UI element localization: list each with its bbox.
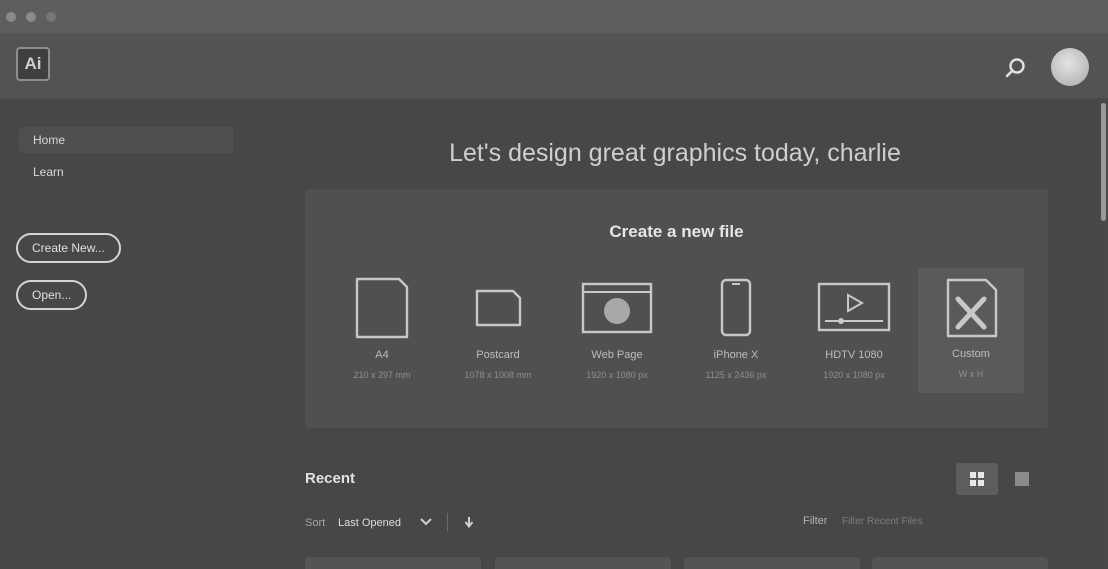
preset-name: HDTV 1080 bbox=[825, 349, 883, 361]
preset-size: W x H bbox=[958, 369, 984, 379]
sort-label: Sort bbox=[305, 517, 326, 529]
recent-file-card[interactable] bbox=[872, 557, 1048, 569]
preset-iphone-x[interactable]: iPhone X 1125 x 2436 px bbox=[683, 269, 789, 394]
app-header: Ai bbox=[0, 34, 1108, 99]
avatar[interactable] bbox=[1051, 48, 1089, 86]
create-new-button[interactable]: Create New... bbox=[16, 233, 121, 263]
list-view-button[interactable] bbox=[1014, 471, 1030, 487]
filter-label: Filter bbox=[803, 515, 828, 527]
preset-size: 210 x 297 mm bbox=[353, 370, 411, 380]
open-button[interactable]: Open... bbox=[16, 280, 88, 310]
recent-file-card[interactable] bbox=[495, 557, 671, 569]
web-page-icon bbox=[581, 282, 653, 334]
custom-icon bbox=[946, 278, 998, 338]
postcard-icon bbox=[475, 289, 522, 327]
window-close-button[interactable] bbox=[6, 12, 16, 22]
illustrator-logo: Ai bbox=[16, 47, 50, 81]
preset-hdtv-1080[interactable]: HDTV 1080 1920 x 1080 px bbox=[801, 269, 907, 394]
preset-size: 1078 x 1008 mm bbox=[464, 370, 532, 380]
chevron-down-icon[interactable] bbox=[420, 517, 432, 527]
scrollbar[interactable] bbox=[1099, 99, 1108, 566]
main-content: Let's design great graphics today, charl… bbox=[250, 99, 1108, 569]
preset-custom[interactable]: Custom W x H bbox=[918, 268, 1024, 393]
sort-direction-icon[interactable] bbox=[463, 515, 475, 529]
list-icon bbox=[1015, 472, 1029, 486]
sidebar: Home Learn Create New... Open... bbox=[0, 99, 250, 566]
preset-a4[interactable]: A4 210 x 297 mm bbox=[329, 269, 435, 394]
recent-heading: Recent bbox=[305, 470, 356, 487]
search-button[interactable] bbox=[1002, 56, 1028, 82]
preset-name: Web Page bbox=[591, 349, 643, 361]
preset-size: 1125 x 2436 px bbox=[705, 370, 767, 380]
preset-size: 1920 x 1080 px bbox=[823, 370, 885, 380]
sidebar-item-home[interactable]: Home bbox=[19, 127, 233, 153]
preset-name: iPhone X bbox=[713, 349, 759, 361]
preset-name: A4 bbox=[375, 349, 389, 361]
preset-name: Postcard bbox=[476, 349, 520, 361]
greeting-heading: Let's design great graphics today, charl… bbox=[449, 139, 901, 167]
recent-file-card[interactable] bbox=[684, 557, 860, 569]
grid-icon bbox=[970, 472, 984, 486]
window-titlebar bbox=[0, 0, 1108, 34]
filter-input[interactable] bbox=[838, 510, 988, 532]
create-file-title: Create a new file bbox=[609, 222, 744, 241]
video-icon bbox=[817, 282, 891, 332]
search-icon bbox=[1005, 58, 1025, 78]
sort-dropdown[interactable]: Last Opened bbox=[338, 517, 401, 529]
preset-web-page[interactable]: Web Page 1920 x 1080 px bbox=[564, 269, 670, 394]
phone-icon bbox=[720, 278, 752, 337]
divider bbox=[447, 513, 448, 531]
preset-name: Custom bbox=[952, 348, 990, 360]
recent-file-card[interactable] bbox=[305, 557, 481, 569]
create-new-file-panel: Create a new file A4 210 x 297 mm Postca… bbox=[305, 189, 1048, 428]
grid-view-button[interactable] bbox=[956, 463, 998, 495]
preset-postcard[interactable]: Postcard 1078 x 1008 mm bbox=[445, 269, 551, 394]
sidebar-item-learn[interactable]: Learn bbox=[19, 159, 233, 185]
window-minimize-button[interactable] bbox=[26, 12, 36, 22]
scrollbar-thumb[interactable] bbox=[1101, 103, 1106, 221]
preset-size: 1920 x 1080 px bbox=[586, 370, 648, 380]
document-icon bbox=[355, 277, 409, 339]
window-zoom-button[interactable] bbox=[46, 12, 56, 22]
